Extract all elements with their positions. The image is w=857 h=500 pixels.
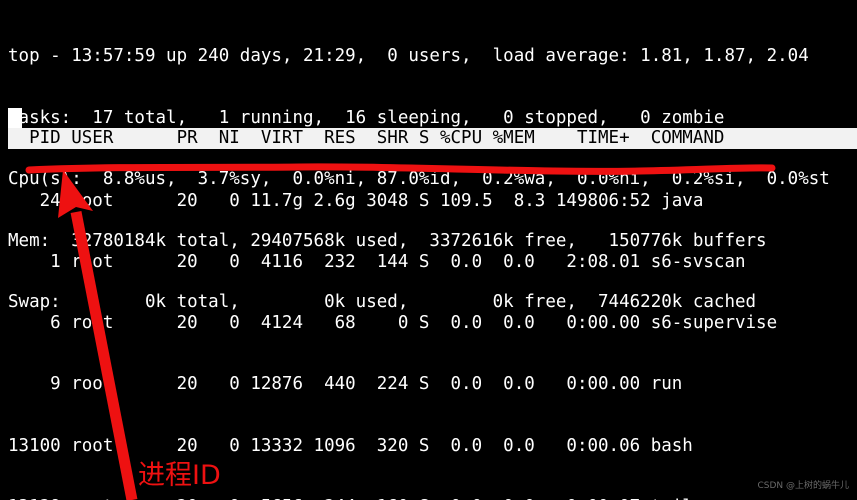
table-row[interactable]: 9 root 20 0 12876 440 224 S 0.0 0.0 0:00… bbox=[8, 374, 857, 394]
table-row[interactable]: 24 root 20 0 11.7g 2.6g 3048 S 109.5 8.3… bbox=[8, 191, 857, 211]
terminal-window: top - 13:57:59 up 240 days, 21:29, 0 use… bbox=[0, 0, 857, 500]
summary-line-uptime: top - 13:57:59 up 240 days, 21:29, 0 use… bbox=[8, 46, 809, 66]
table-row[interactable]: 6 root 20 0 4124 68 0 S 0.0 0.0 0:00.00 … bbox=[8, 313, 857, 333]
process-table-body: 24 root 20 0 11.7g 2.6g 3048 S 109.5 8.3… bbox=[8, 150, 857, 500]
summary-line-tasks: Tasks: 17 total, 1 running, 16 sleeping,… bbox=[8, 107, 725, 128]
annotation-label: 进程ID bbox=[138, 460, 221, 491]
table-row[interactable]: 13100 root 20 0 13332 1096 320 S 0.0 0.0… bbox=[8, 436, 857, 456]
table-row[interactable]: 1 root 20 0 4116 232 144 S 0.0 0.0 2:08.… bbox=[8, 252, 857, 272]
terminal-cursor bbox=[8, 108, 22, 129]
csdn-watermark: CSDN @上树的蜗牛儿 bbox=[757, 481, 849, 491]
process-table-header: PID USER PR NI VIRT RES SHR S %CPU %MEM … bbox=[8, 128, 857, 149]
